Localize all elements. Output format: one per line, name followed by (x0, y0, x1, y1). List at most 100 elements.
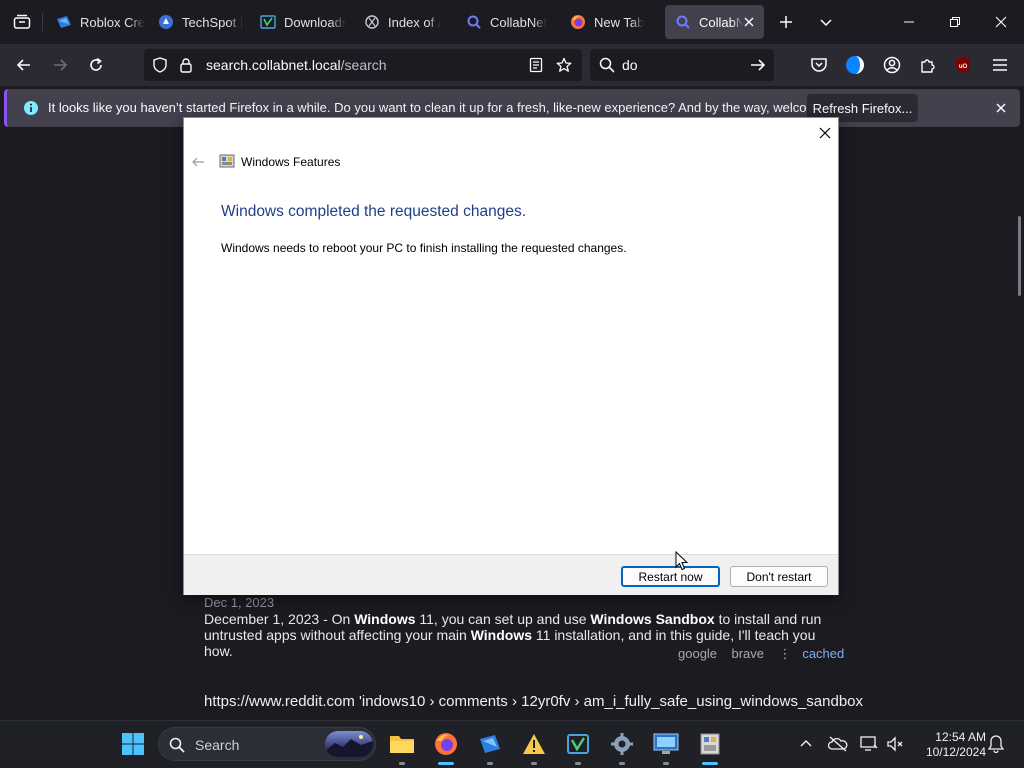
dialog-close-button[interactable] (816, 124, 834, 142)
vpn-extension-icon[interactable] (845, 55, 865, 75)
close-notification-icon[interactable] (994, 101, 1008, 115)
control-panel-taskbar-button[interactable] (651, 729, 681, 759)
roblox-icon (56, 14, 72, 30)
minimize-button[interactable] (895, 8, 923, 36)
windows-features-taskbar-button[interactable] (695, 729, 725, 759)
tab-label: TechSpot | (182, 14, 244, 30)
reader-view-icon[interactable] (528, 57, 544, 73)
tab-collabnet[interactable]: CollabNet (456, 5, 552, 39)
close-window-button[interactable] (987, 8, 1015, 36)
display-icon[interactable] (859, 734, 879, 754)
result-meta: google brave ⋮ cached (678, 646, 844, 662)
tab-new-tab[interactable]: New Tab (560, 5, 660, 39)
tab-roblox[interactable]: Roblox Cre (46, 5, 146, 39)
tab-downloads[interactable]: Downloads (250, 5, 346, 39)
tab-overview-icon (13, 14, 31, 29)
volume-muted-icon[interactable] (885, 734, 905, 754)
go-arrow-icon[interactable] (750, 57, 766, 73)
snippet-text: December 1, 2023 - On (204, 611, 355, 627)
system-clock[interactable]: 12:54 AM 10/12/2024 (916, 730, 986, 760)
svg-text:uO: uO (959, 64, 968, 70)
tab-label: Downloads (284, 14, 346, 30)
snippet-highlight: Windows (354, 611, 416, 627)
restore-icon (950, 17, 960, 27)
arrow-left-icon (16, 59, 30, 71)
brave-link[interactable]: brave (732, 646, 765, 661)
meta-separator: ⋮ (778, 646, 792, 661)
restore-button[interactable] (941, 8, 969, 36)
start-button[interactable] (118, 729, 148, 759)
new-tab-button[interactable] (774, 10, 798, 34)
download-icon (260, 14, 276, 30)
bookmark-star-icon[interactable] (556, 57, 572, 73)
search-bar[interactable]: do (590, 49, 774, 81)
taskbar-search-placeholder: Search (195, 737, 240, 753)
windows-features-icon (219, 153, 235, 169)
dont-restart-button[interactable]: Don't restart (730, 566, 828, 587)
clock-date: 10/12/2024 (925, 745, 986, 759)
firefox-taskbar-button[interactable] (431, 729, 461, 759)
taskbar-search-box[interactable]: Search (158, 727, 376, 761)
next-result-url[interactable]: https://www.reddit.com 'indows10 › comme… (204, 693, 863, 710)
back-button[interactable] (10, 51, 38, 79)
control-panel-icon (653, 733, 679, 754)
settings-taskbar-button[interactable] (607, 729, 637, 759)
vs-download-app-taskbar-button[interactable] (563, 729, 593, 759)
tab-techspot[interactable]: TechSpot | (148, 5, 244, 39)
roblox-studio-icon (480, 735, 500, 753)
minimize-icon (904, 21, 914, 23)
reload-button[interactable] (82, 51, 110, 79)
url-bar[interactable]: search.collabnet.local/search (144, 49, 582, 81)
tab-collabnet-active[interactable]: CollabN (665, 5, 764, 39)
ublock-origin-icon[interactable]: uO (953, 55, 973, 75)
file-explorer-taskbar-button[interactable] (387, 729, 417, 759)
tab-index[interactable]: Index of / (354, 5, 450, 39)
warning-app-taskbar-button[interactable] (519, 729, 549, 759)
folder-icon (364, 14, 380, 30)
clock-time: 12:54 AM (935, 730, 986, 744)
show-hidden-icons-button[interactable] (796, 734, 816, 754)
search-input[interactable]: do (622, 57, 638, 73)
windows-taskbar: Search 12:54 AM 10/12/2024 (0, 720, 1024, 768)
restart-now-button[interactable]: Restart now (621, 566, 720, 587)
snippet-text: 11, you can set up and use (415, 611, 591, 627)
result-date: Dec 1, 2023 (204, 595, 275, 610)
warning-icon (523, 734, 545, 754)
lock-icon[interactable] (178, 57, 194, 73)
roblox-studio-taskbar-button[interactable] (475, 729, 505, 759)
chevron-down-icon (820, 19, 832, 27)
snippet-highlight: Windows Sandbox (590, 611, 715, 627)
extensions-puzzle-icon[interactable] (918, 55, 938, 75)
google-link[interactable]: google (678, 646, 717, 661)
forward-button[interactable] (46, 51, 74, 79)
onedrive-offline-icon[interactable] (828, 734, 848, 754)
list-all-tabs-button[interactable] (814, 10, 838, 34)
search-icon (169, 737, 185, 753)
info-icon (23, 100, 39, 116)
pocket-icon[interactable] (809, 55, 829, 75)
notification-text: It looks like you haven’t started Firefo… (48, 100, 860, 115)
dialog-heading: Windows completed the requested changes. (221, 203, 527, 220)
notifications-bell-icon[interactable] (986, 734, 1006, 754)
cached-link[interactable]: cached (802, 646, 844, 661)
tab-strip: Roblox Cre TechSpot | Downloads Index of… (0, 0, 1024, 44)
account-icon[interactable] (882, 55, 902, 75)
shield-icon[interactable] (152, 57, 168, 73)
menu-hamburger-icon[interactable] (990, 55, 1010, 75)
chevron-up-icon (800, 740, 812, 747)
close-icon (995, 16, 1007, 28)
search-icon (599, 57, 615, 73)
tab-label: New Tab (594, 14, 645, 30)
collabnet-search-icon (675, 14, 691, 30)
tab-overview-button[interactable] (8, 8, 36, 36)
close-tab-icon[interactable] (742, 15, 756, 29)
dialog-body-text: Windows needs to reboot your PC to finis… (221, 241, 627, 255)
back-arrow-icon[interactable] (190, 154, 206, 170)
url-text[interactable]: search.collabnet.local/search (206, 57, 387, 73)
search-highlight-image (325, 731, 373, 757)
mouse-pointer-icon (675, 551, 689, 571)
firefox-icon (435, 733, 457, 755)
dialog-app-title: Windows Features (241, 155, 341, 169)
page-scrollbar[interactable] (1018, 216, 1021, 296)
gear-icon (611, 733, 633, 755)
